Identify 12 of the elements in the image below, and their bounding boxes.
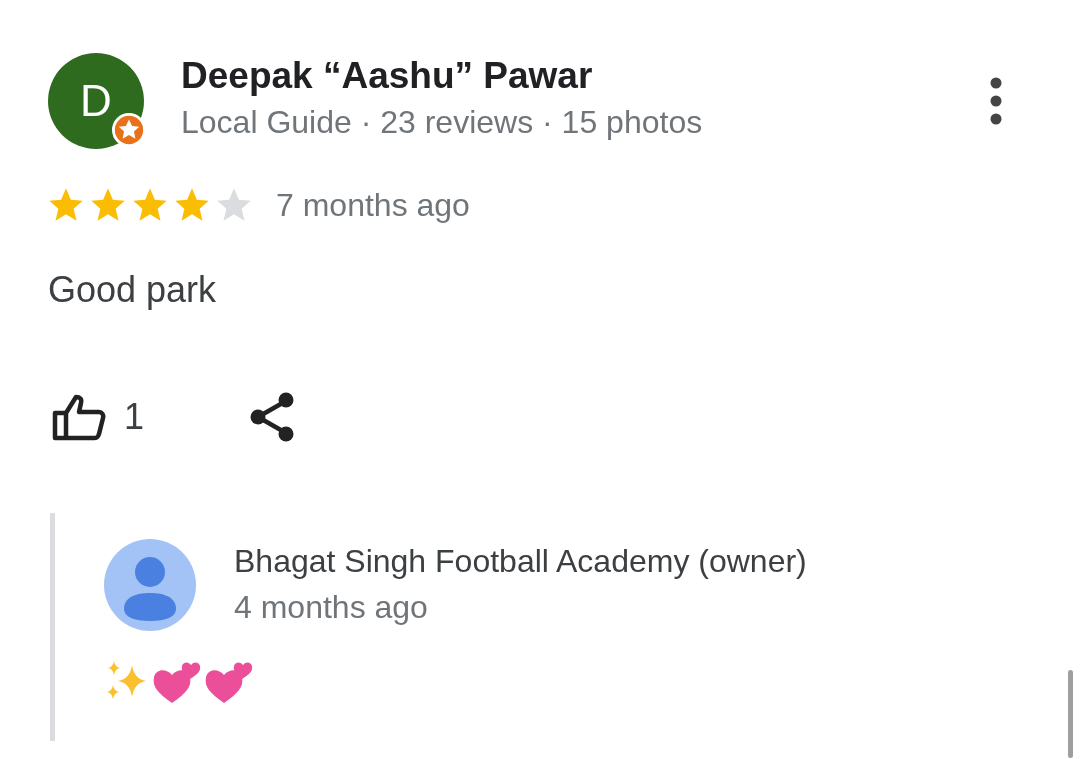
reply-time: 4 months ago — [234, 588, 429, 627]
more-options-button[interactable] — [989, 77, 1003, 125]
review-time: 7 months ago — [276, 186, 470, 224]
user-avatar: D — [48, 53, 144, 149]
review-text: Good park — [48, 269, 218, 311]
more-options-icon — [989, 77, 1003, 125]
owner-avatar-icon — [104, 539, 196, 631]
thumbs-up-icon — [52, 393, 108, 441]
reviewer-stats: Local Guide · 23 reviews · 15 photos — [181, 103, 704, 142]
owner-name: Bhagat Singh Football Academy (owner) — [234, 542, 807, 581]
reviewer-name[interactable]: Deepak “Aashu” Pawar — [181, 54, 989, 98]
like-button[interactable]: 1 — [52, 393, 145, 441]
